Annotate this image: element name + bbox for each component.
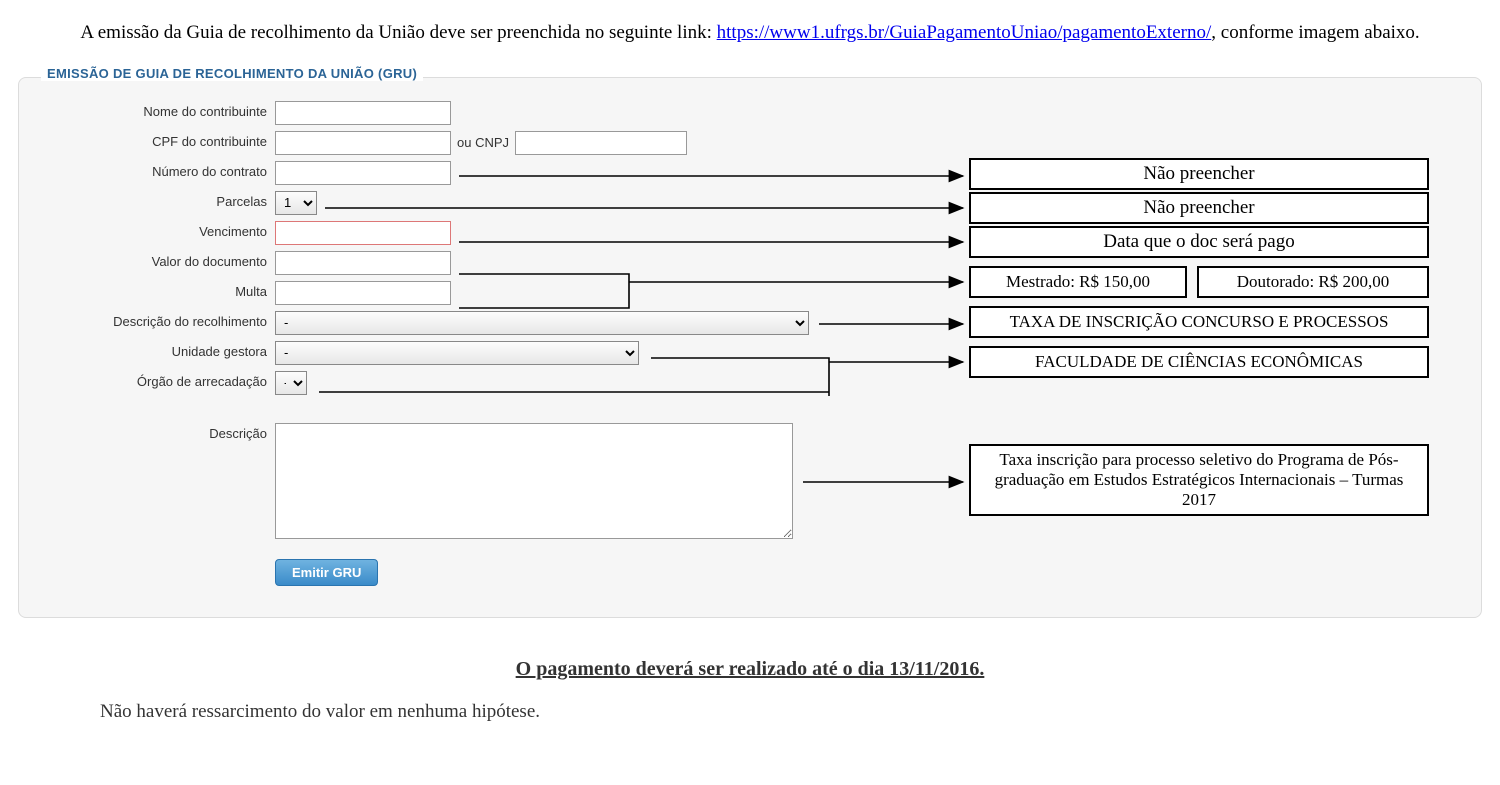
- annot-parcelas: Não preencher: [969, 192, 1429, 224]
- emit-gru-button[interactable]: Emitir GRU: [275, 559, 378, 586]
- label-nome: Nome do contribuinte: [19, 98, 275, 119]
- deadline-text: O pagamento deverá ser realizado até o d…: [0, 658, 1500, 681]
- label-vencimento: Vencimento: [19, 218, 275, 239]
- textarea-descricao[interactable]: [275, 423, 793, 539]
- annot-valor-doutorado: Doutorado: R$ 200,00: [1197, 266, 1429, 298]
- annot-vencimento: Data que o doc será pago: [969, 226, 1429, 258]
- label-unidade: Unidade gestora: [19, 338, 275, 359]
- label-contrato: Número do contrato: [19, 158, 275, 179]
- input-contrato[interactable]: [275, 161, 451, 185]
- intro-link[interactable]: https://www1.ufrgs.br/GuiaPagamentoUniao…: [717, 22, 1212, 43]
- label-cpf: CPF do contribuinte: [19, 128, 275, 149]
- intro-after: , conforme imagem abaixo.: [1211, 22, 1419, 43]
- select-orgao[interactable]: -: [275, 371, 307, 395]
- select-unidade[interactable]: -: [275, 341, 639, 365]
- annot-valor-mestrado: Mestrado: R$ 150,00: [969, 266, 1187, 298]
- input-cpf[interactable]: [275, 131, 451, 155]
- annot-descricao: Taxa inscrição para processo seletivo do…: [969, 444, 1429, 516]
- label-parcelas: Parcelas: [19, 188, 275, 209]
- annot-unidade: FACULDADE DE CIÊNCIAS ECONÔMICAS: [969, 346, 1429, 378]
- annot-desc-rec: TAXA DE INSCRIÇÃO CONCURSO E PROCESSOS: [969, 306, 1429, 338]
- input-valor[interactable]: [275, 251, 451, 275]
- label-desc-rec: Descrição do recolhimento: [19, 308, 275, 329]
- intro-before: A emissão da Guia de recolhimento da Uni…: [80, 22, 716, 43]
- input-multa[interactable]: [275, 281, 451, 305]
- input-nome[interactable]: [275, 101, 451, 125]
- annot-contrato: Não preencher: [969, 158, 1429, 190]
- label-or-cnpj: ou CNPJ: [457, 135, 509, 150]
- gru-panel: EMISSÃO DE GUIA DE RECOLHIMENTO DA UNIÃO…: [18, 77, 1482, 618]
- input-vencimento[interactable]: [275, 221, 451, 245]
- select-desc-rec[interactable]: -: [275, 311, 809, 335]
- intro-text: A emissão da Guia de recolhimento da Uni…: [0, 0, 1500, 57]
- label-multa: Multa: [19, 278, 275, 299]
- input-cnpj[interactable]: [515, 131, 687, 155]
- label-valor: Valor do documento: [19, 248, 275, 269]
- panel-legend: EMISSÃO DE GUIA DE RECOLHIMENTO DA UNIÃO…: [41, 66, 423, 81]
- select-parcelas[interactable]: 1: [275, 191, 317, 215]
- label-descricao: Descrição: [19, 420, 275, 441]
- footer-text: Não haverá ressarcimento do valor em nen…: [0, 701, 1500, 723]
- label-orgao: Órgão de arrecadação: [19, 368, 275, 389]
